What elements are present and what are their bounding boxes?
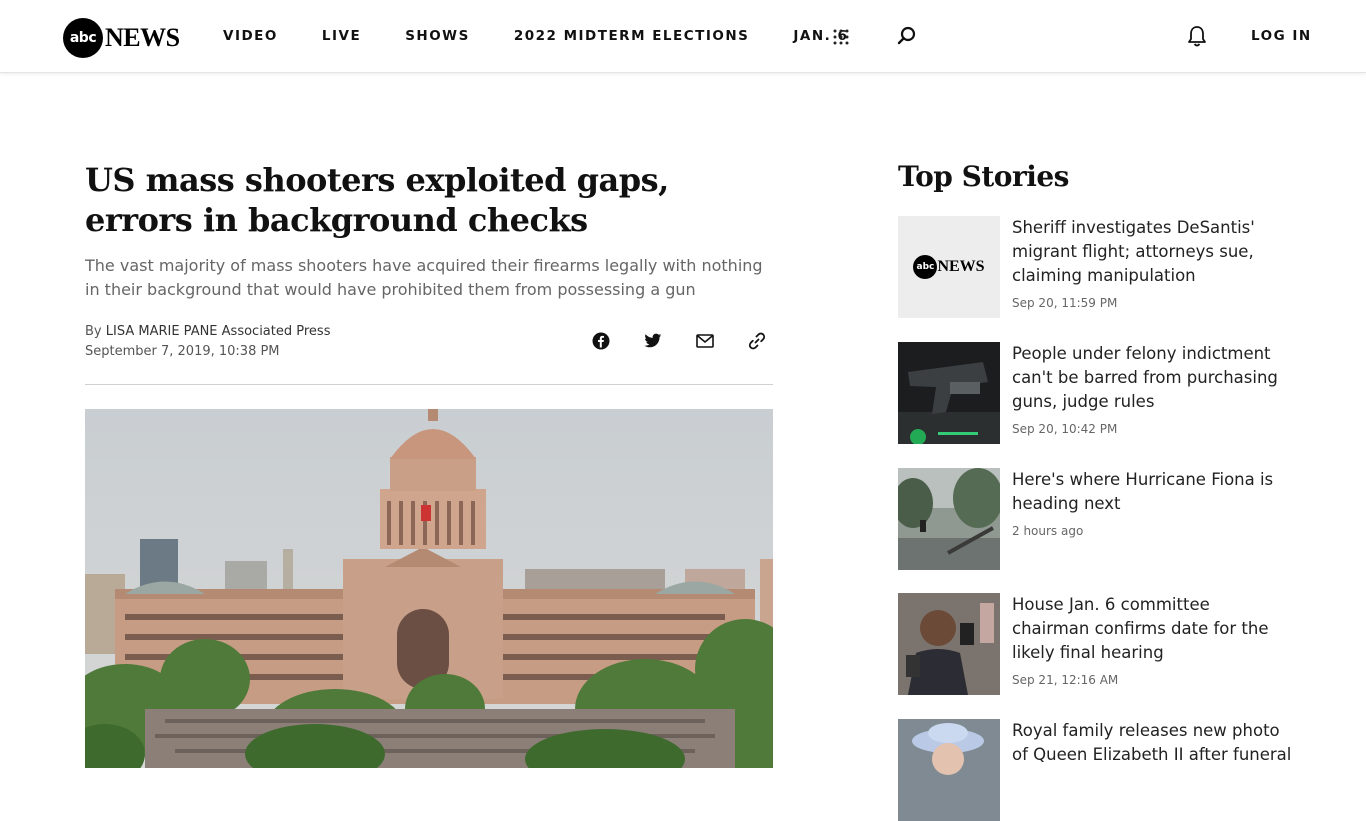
share-link[interactable] bbox=[746, 330, 768, 352]
facebook-icon bbox=[590, 330, 612, 352]
story-thumbnail[interactable] bbox=[898, 342, 1000, 444]
story-title[interactable]: Here's where Hurricane Fiona is heading … bbox=[1012, 468, 1292, 516]
link-icon bbox=[746, 330, 768, 352]
story-time: Sep 20, 10:42 PM bbox=[1012, 422, 1118, 436]
site-header: abc NEWS VIDEO LIVE SHOWS 2022 MIDTERM E… bbox=[0, 0, 1366, 73]
story-thumbnail[interactable]: abc NEWS bbox=[898, 216, 1000, 318]
news-wordmark: NEWS bbox=[937, 258, 985, 275]
bell-icon[interactable] bbox=[1186, 24, 1208, 48]
story-card[interactable]: House Jan. 6 committee chairman confirms… bbox=[898, 593, 1298, 695]
news-wordmark: NEWS bbox=[105, 23, 180, 52]
grid-menu-icon[interactable] bbox=[830, 26, 852, 48]
share-facebook[interactable] bbox=[590, 330, 612, 352]
top-stories-title: Top Stories bbox=[898, 160, 1069, 193]
nav-item-live[interactable]: LIVE bbox=[322, 28, 361, 44]
story-time: Sep 21, 12:16 AM bbox=[1012, 673, 1119, 687]
story-thumbnail[interactable] bbox=[898, 468, 1000, 570]
abc-news-logo[interactable]: abc NEWS bbox=[63, 17, 180, 59]
story-card[interactable]: abc NEWS Sheriff investigates DeSantis' … bbox=[898, 216, 1298, 318]
story-thumbnail[interactable] bbox=[898, 593, 1000, 695]
email-icon bbox=[694, 330, 716, 352]
main-nav: VIDEO LIVE SHOWS 2022 MIDTERM ELECTIONS … bbox=[223, 28, 892, 44]
story-title[interactable]: Royal family releases new photo of Queen… bbox=[1012, 719, 1292, 767]
story-thumbnail[interactable] bbox=[898, 719, 1000, 821]
article-divider bbox=[85, 384, 773, 385]
byline: By LISA MARIE PANE Associated Press Sept… bbox=[85, 322, 330, 362]
story-title[interactable]: People under felony indictment can't be … bbox=[1012, 342, 1292, 414]
abc-news-logo: abc NEWS bbox=[913, 255, 985, 279]
abc-logo-circle: abc bbox=[913, 255, 938, 279]
byline-prefix: By bbox=[85, 324, 102, 339]
nav-item-shows[interactable]: SHOWS bbox=[405, 28, 470, 44]
hero-image bbox=[85, 409, 773, 768]
publish-date: September 7, 2019, 10:38 PM bbox=[85, 344, 280, 359]
article-headline: US mass shooters exploited gaps, errors … bbox=[85, 161, 669, 239]
author-link[interactable]: LISA MARIE PANE Associated Press bbox=[106, 324, 331, 339]
top-stories-sidebar: Top Stories bbox=[898, 160, 1298, 193]
article-dek: The vast majority of mass shooters have … bbox=[85, 256, 763, 299]
story-card[interactable]: People under felony indictment can't be … bbox=[898, 342, 1298, 444]
search-icon[interactable] bbox=[896, 25, 918, 47]
story-card[interactable]: Royal family releases new photo of Queen… bbox=[898, 719, 1298, 821]
story-time: Sep 20, 11:59 PM bbox=[1012, 296, 1118, 310]
login-link[interactable]: LOG IN bbox=[1251, 28, 1312, 44]
share-email[interactable] bbox=[694, 330, 716, 352]
story-time: 2 hours ago bbox=[1012, 524, 1084, 538]
share-twitter[interactable] bbox=[642, 330, 664, 352]
story-title[interactable]: House Jan. 6 committee chairman confirms… bbox=[1012, 593, 1292, 665]
twitter-icon bbox=[642, 330, 664, 352]
abc-logo-circle: abc bbox=[63, 18, 103, 58]
story-card[interactable]: Here's where Hurricane Fiona is heading … bbox=[898, 468, 1298, 570]
nav-item-midterm-elections[interactable]: 2022 MIDTERM ELECTIONS bbox=[514, 28, 750, 44]
article-header: US mass shooters exploited gaps, errors … bbox=[85, 160, 773, 302]
story-title[interactable]: Sheriff investigates DeSantis' migrant f… bbox=[1012, 216, 1292, 288]
nav-item-video[interactable]: VIDEO bbox=[223, 28, 278, 44]
